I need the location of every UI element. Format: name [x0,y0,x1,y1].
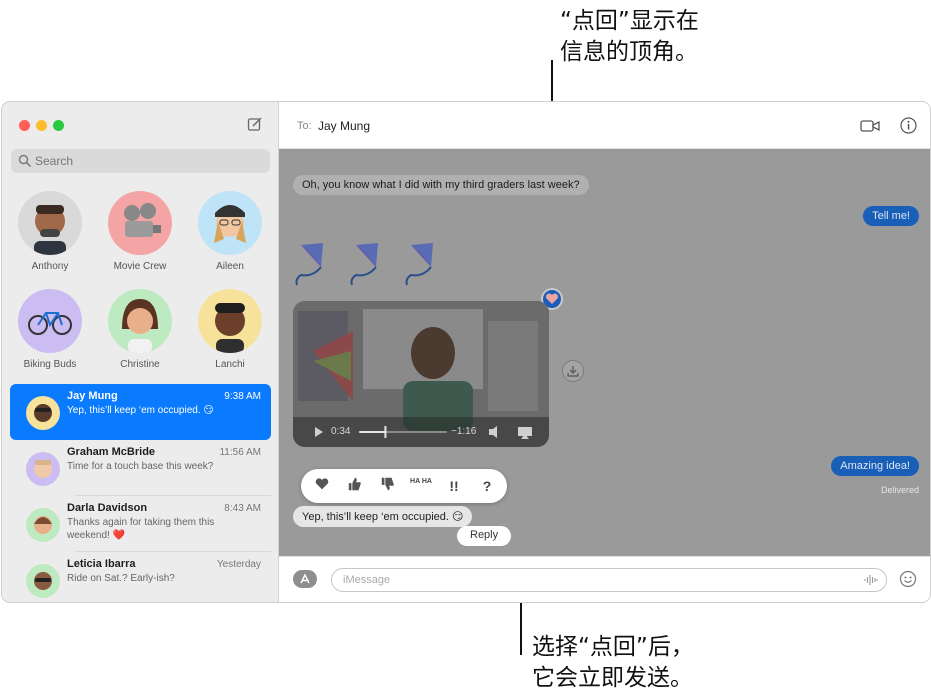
emoji-icon[interactable] [899,570,917,588]
compose-icon[interactable] [247,116,263,132]
conversation-name: Graham McBride [67,446,156,458]
search-icon [18,154,32,168]
scrubber-knob[interactable] [384,426,387,438]
video-remaining: −1:16 [451,426,477,437]
memoji-avatar-icon [26,452,60,486]
message-bubble-incoming[interactable]: Oh, you know what I did with my third gr… [293,175,589,195]
zoom-window-button[interactable] [53,120,64,131]
annotation-bottom: 选择“点回”后， 它会立即发送。 [532,632,772,694]
conversation-darla-davidson[interactable]: Darla Davidson 8:43 AM Thanks again for … [10,496,271,552]
exclamation-tapback-button[interactable]: !! [443,476,465,496]
conversation-preview: Yep, this’ll keep ‘em occupied. 😏 [67,405,214,416]
memoji-avatar-icon [198,289,262,353]
message-placeholder: iMessage [343,574,391,586]
memoji-avatar-icon [26,564,60,598]
conversation-preview: Ride on Sat.? Early-ish? [67,573,175,584]
scrubber-fill [359,431,386,433]
annotation-top-line2: 信息的顶角。 [560,39,698,65]
memoji-avatar-icon [18,191,82,255]
conversation-jay-mung[interactable]: Jay Mung 9:38 AM Yep, this’ll keep ‘em o… [10,384,271,440]
pinned-aileen[interactable]: Aileen [190,191,270,272]
play-icon[interactable] [315,427,323,437]
haha-label: HA HA [410,478,432,485]
sidebar: Search Anthony Movie Crew Aileen Biking … [2,102,279,602]
conversation-graham-mcbride[interactable]: Graham McBride 11:56 AM Time for a touch… [10,440,271,496]
reply-button[interactable]: Reply [457,526,512,546]
pinned-lanchi[interactable]: Lanchi [190,289,270,370]
annotation-top-line1: “点回”显示在 [560,8,699,34]
question-label: ? [482,478,492,494]
conversation-leticia-ibarra[interactable]: Leticia Ibarra Yesterday Ride on Sat.? E… [10,552,271,602]
memoji-avatar-icon [26,508,60,542]
app-store-icon [300,573,310,584]
search-field[interactable]: Search [11,149,270,173]
exclamation-label: !! [449,478,459,494]
thumbs-up-icon [348,477,361,491]
search-placeholder: Search [35,154,74,168]
conversation-time: 9:38 AM [224,391,261,402]
recipient-name[interactable]: Jay Mung [318,119,370,133]
thumbs-down-icon [381,477,394,491]
conversation-header: To: Jay Mung [279,102,930,149]
pinned-name: Movie Crew [113,261,167,272]
heart-icon [315,478,329,490]
video-elapsed: 0:34 [331,426,351,437]
thumbs-up-tapback-button[interactable] [344,476,366,496]
input-bar: iMessage [279,556,930,602]
audio-waveform-icon[interactable] [864,574,878,586]
memoji-avatar-icon [26,396,60,430]
delivered-status: Delivered [880,485,919,495]
kite-emoji-icon[interactable] [348,241,390,287]
kite-emoji-icon[interactable] [403,241,445,287]
pinned-name: Christine [120,359,160,370]
annotation-bottom-line1: 选择“点回”后， [532,634,694,660]
conversation-time: 8:43 AM [224,503,261,514]
pinned-christine[interactable]: Christine [100,289,180,370]
video-attachment[interactable]: 0:34 −1:16 [293,301,549,447]
annotation-top: “点回”显示在 信息的顶角。 [560,6,790,68]
conversation-name: Jay Mung [67,390,118,402]
bicycle-icon [18,289,82,353]
messages-window: Search Anthony Movie Crew Aileen Biking … [1,101,931,603]
message-bubble-outgoing[interactable]: Amazing idea! [831,456,919,476]
pinned-name: Aileen [216,261,244,272]
movie-projector-icon [108,191,172,255]
annotation-bottom-line2: 它会立即发送。 [532,665,693,691]
memoji-avatar-icon [198,191,262,255]
conversation-preview: Thanks again for taking them this weeken… [67,517,215,541]
kite-emoji-icon[interactable] [293,241,335,287]
volume-icon[interactable] [489,426,497,438]
pinned-anthony[interactable]: Anthony [10,191,90,272]
selected-message-bubble[interactable]: Yep, this’ll keep ‘em occupied. 😏 [293,506,473,527]
conversation-name: Leticia Ibarra [67,558,136,570]
video-controls: 0:34 −1:16 [293,417,549,447]
thumbs-down-tapback-button[interactable] [377,476,399,496]
close-window-button[interactable] [19,120,30,131]
info-icon[interactable] [900,117,917,134]
pinned-name: Lanchi [215,359,245,370]
question-tapback-button[interactable]: ? [476,476,498,496]
message-input[interactable]: iMessage [331,568,887,592]
app-store-apps-button[interactable] [293,570,317,588]
minimize-window-button[interactable] [36,120,47,131]
memoji-avatar-icon [108,289,172,353]
to-label: To: [297,120,312,132]
haha-tapback-button[interactable]: HA HA [410,476,432,496]
conversation-time: Yesterday [216,559,261,570]
heart-tapback-button[interactable] [311,476,333,496]
save-download-icon[interactable] [562,360,584,382]
pinned-movie-crew[interactable]: Movie Crew [100,191,180,272]
conversation-name: Darla Davidson [67,502,148,514]
pinned-biking-buds[interactable]: Biking Buds [10,289,90,370]
facetime-video-icon[interactable] [860,119,880,133]
tapback-picker: HA HA !! ? [301,469,507,503]
conversation-time: 11:56 AM [219,447,261,458]
conversation-preview: Time for a touch base this week? [67,461,214,472]
airplay-icon[interactable] [518,427,532,439]
message-bubble-outgoing[interactable]: Tell me! [863,206,919,226]
pinned-name: Biking Buds [23,359,77,370]
pinned-name: Anthony [31,261,69,272]
